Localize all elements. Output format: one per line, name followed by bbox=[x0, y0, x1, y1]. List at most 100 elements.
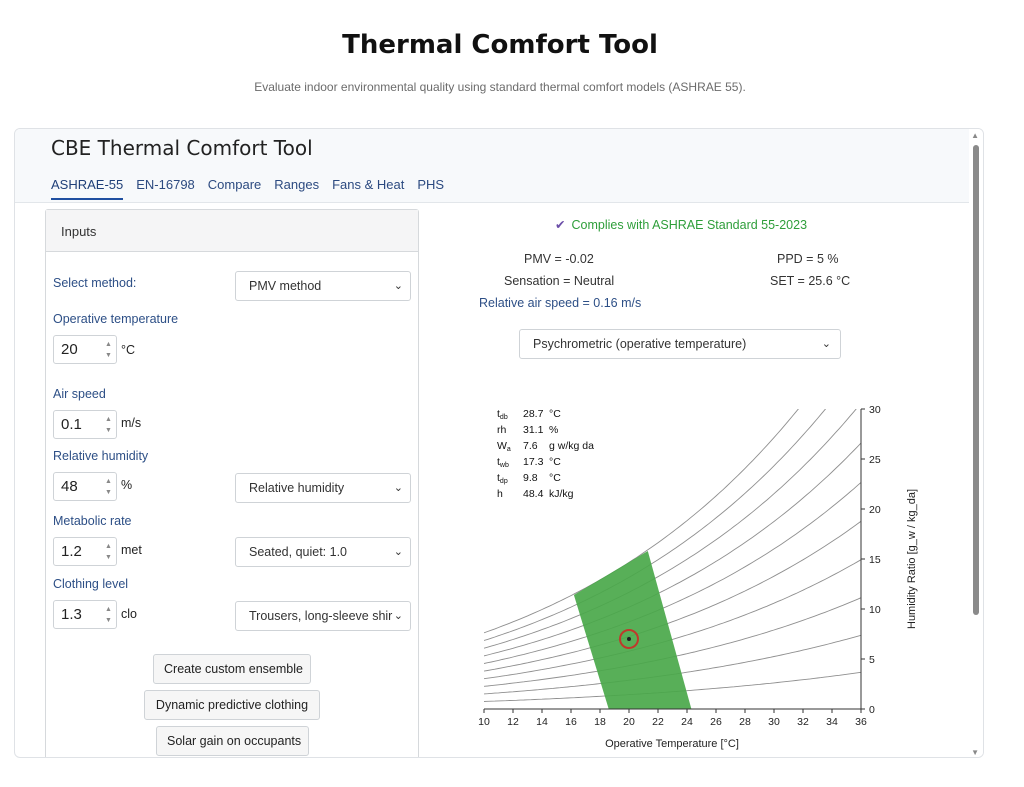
clothing-level-value: 1.3 bbox=[61, 606, 82, 623]
scroll-down-arrow-icon[interactable]: ▼ bbox=[971, 748, 979, 757]
tab-ranges[interactable]: Ranges bbox=[274, 177, 319, 200]
chevron-down-icon: ⌄ bbox=[393, 546, 403, 558]
x-tick-label: 16 bbox=[565, 716, 577, 728]
activity-select[interactable]: Seated, quiet: 1.0 ⌄ bbox=[235, 537, 411, 567]
y-tick-label: 20 bbox=[869, 504, 881, 516]
method-select[interactable]: PMV method ⌄ bbox=[235, 271, 411, 301]
x-tick-label: 18 bbox=[594, 716, 606, 728]
readout-value: 9.8 bbox=[523, 472, 538, 484]
ppd-value: PPD = 5 % bbox=[777, 252, 839, 266]
x-tick-label: 24 bbox=[681, 716, 693, 728]
stepper-arrows-icon[interactable]: ▲ ▼ bbox=[103, 414, 114, 436]
clothing-level-input[interactable]: 1.3 ▲ ▼ bbox=[53, 600, 117, 629]
air-speed-label: Air speed bbox=[53, 387, 106, 401]
readout-unit: g w/kg da bbox=[549, 440, 594, 452]
rh-curve-60 bbox=[484, 482, 861, 664]
readout-value: 31.1 bbox=[523, 424, 544, 436]
chart-type-select[interactable]: Psychrometric (operative temperature) ⌄ bbox=[519, 329, 841, 359]
readout-value: 7.6 bbox=[523, 440, 538, 452]
chevron-down-icon: ⌄ bbox=[393, 482, 403, 494]
readout-symbol: twb bbox=[497, 456, 509, 469]
scroll-thumb[interactable] bbox=[973, 145, 979, 615]
tab-ashrae-55[interactable]: ASHRAE-55 bbox=[51, 177, 124, 200]
x-tick-label: 26 bbox=[710, 716, 722, 728]
readout-value: 28.7 bbox=[523, 408, 544, 420]
humidity-type-select[interactable]: Relative humidity ⌄ bbox=[235, 473, 411, 503]
chart-type-value: Psychrometric (operative temperature) bbox=[533, 337, 747, 351]
x-tick-label: 30 bbox=[768, 716, 780, 728]
x-tick-label: 12 bbox=[507, 716, 519, 728]
clothing-select[interactable]: Trousers, long-sleeve shir ⌄ bbox=[235, 601, 411, 631]
psychrometric-chart: 10 12 14 16 18 20 22 24 26 28 30 32 34 360 5 10 15 20 25 30… bbox=[478, 404, 918, 750]
tab-phs[interactable]: PHS bbox=[417, 177, 444, 200]
metabolic-rate-label: Metabolic rate bbox=[53, 514, 132, 528]
tab-bar: ASHRAE-55 EN-16798 Compare Ranges Fans &… bbox=[51, 177, 444, 200]
y-tick-label: 30 bbox=[869, 404, 881, 416]
condition-marker-dot bbox=[627, 637, 631, 641]
chevron-down-icon: ⌄ bbox=[821, 338, 831, 350]
x-tick-label: 20 bbox=[623, 716, 635, 728]
x-tick-label: 34 bbox=[826, 716, 838, 728]
stepper-arrows-icon[interactable]: ▲ ▼ bbox=[103, 339, 114, 361]
dynamic-predictive-clothing-button[interactable]: Dynamic predictive clothing bbox=[144, 690, 320, 720]
inputs-header: Inputs bbox=[46, 210, 418, 252]
method-label: Select method: bbox=[53, 276, 137, 290]
pmv-value: PMV = -0.02 bbox=[524, 252, 594, 266]
y-tick-label: 15 bbox=[869, 554, 881, 566]
tab-fans-heat[interactable]: Fans & Heat bbox=[332, 177, 404, 200]
relative-humidity-label: Relative humidity bbox=[53, 449, 149, 463]
rh-curve-70 bbox=[484, 442, 861, 657]
chevron-down-icon: ⌄ bbox=[393, 280, 403, 292]
readout-symbol: tdp bbox=[497, 472, 508, 485]
metabolic-rate-value: 1.2 bbox=[61, 543, 82, 560]
tool-frame: CBE Thermal Comfort Tool ASHRAE-55 EN-16… bbox=[14, 128, 984, 758]
solar-gain-button[interactable]: Solar gain on occupants bbox=[156, 726, 309, 756]
tab-compare[interactable]: Compare bbox=[208, 177, 261, 200]
readout-value: 17.3 bbox=[523, 456, 544, 468]
tab-en-16798[interactable]: EN-16798 bbox=[136, 177, 195, 200]
metabolic-rate-input[interactable]: 1.2 ▲ ▼ bbox=[53, 537, 117, 566]
app-header: CBE Thermal Comfort Tool ASHRAE-55 EN-16… bbox=[15, 129, 970, 203]
page-title: Thermal Comfort Tool bbox=[342, 30, 658, 60]
set-value: SET = 25.6 °C bbox=[770, 274, 851, 288]
compliance-text: Complies with ASHRAE Standard 55-2023 bbox=[571, 218, 808, 232]
activity-value: Seated, quiet: 1.0 bbox=[249, 545, 347, 559]
chevron-down-icon: ⌄ bbox=[393, 610, 403, 622]
relative-humidity-value: 48 bbox=[61, 478, 78, 495]
x-tick-label: 36 bbox=[855, 716, 867, 728]
readout-unit: °C bbox=[549, 456, 561, 468]
stepper-arrows-icon[interactable]: ▲ ▼ bbox=[103, 604, 114, 626]
x-tick-label: 14 bbox=[536, 716, 548, 728]
readout-unit: °C bbox=[549, 472, 561, 484]
clothing-level-unit: clo bbox=[121, 607, 137, 621]
method-select-value: PMV method bbox=[249, 279, 322, 293]
scroll-up-arrow-icon[interactable]: ▲ bbox=[971, 131, 979, 140]
psychrometric-readout: tdb 28.7 °C rh 31.1 % Wa 7.6 g w/kg da twb 17.3 °C t… bbox=[497, 408, 594, 500]
clothing-value: Trousers, long-sleeve shir bbox=[249, 609, 393, 623]
stepper-arrows-icon[interactable]: ▲ ▼ bbox=[103, 541, 114, 563]
operative-temperature-input[interactable]: 20 ▲ ▼ bbox=[53, 335, 117, 364]
readout-symbol: h bbox=[497, 488, 503, 500]
x-tick-label: 10 bbox=[478, 716, 490, 728]
x-tick-label: 28 bbox=[739, 716, 751, 728]
scrollbar[interactable]: ▲ ▼ bbox=[969, 129, 983, 757]
relative-air-speed-value: Relative air speed = 0.16 m/s bbox=[479, 296, 642, 310]
air-speed-input[interactable]: 0.1 ▲ ▼ bbox=[53, 410, 117, 439]
relative-humidity-input[interactable]: 48 ▲ ▼ bbox=[53, 472, 117, 501]
inputs-panel: Inputs Select method: PMV method ⌄ Opera… bbox=[45, 209, 419, 757]
y-axis-label: Humidity Ratio [g_w / kg_da] bbox=[906, 489, 918, 629]
x-tick-label: 32 bbox=[797, 716, 809, 728]
readout-value: 48.4 bbox=[523, 488, 544, 500]
operative-temperature-label: Operative temperature bbox=[53, 312, 179, 326]
y-tick-label: 25 bbox=[869, 454, 881, 466]
operative-temperature-unit: °C bbox=[121, 343, 136, 357]
x-axis-label: Operative Temperature [°C] bbox=[605, 738, 739, 750]
readout-symbol: Wa bbox=[497, 440, 511, 453]
x-tick-label: 22 bbox=[652, 716, 664, 728]
humidity-type-value: Relative humidity bbox=[249, 481, 345, 495]
stepper-arrows-icon[interactable]: ▲ ▼ bbox=[103, 476, 114, 498]
air-speed-unit: m/s bbox=[121, 416, 142, 430]
readout-unit: kJ/kg bbox=[549, 488, 574, 500]
create-custom-ensemble-button[interactable]: Create custom ensemble bbox=[153, 654, 311, 684]
readout-unit: % bbox=[549, 424, 558, 436]
